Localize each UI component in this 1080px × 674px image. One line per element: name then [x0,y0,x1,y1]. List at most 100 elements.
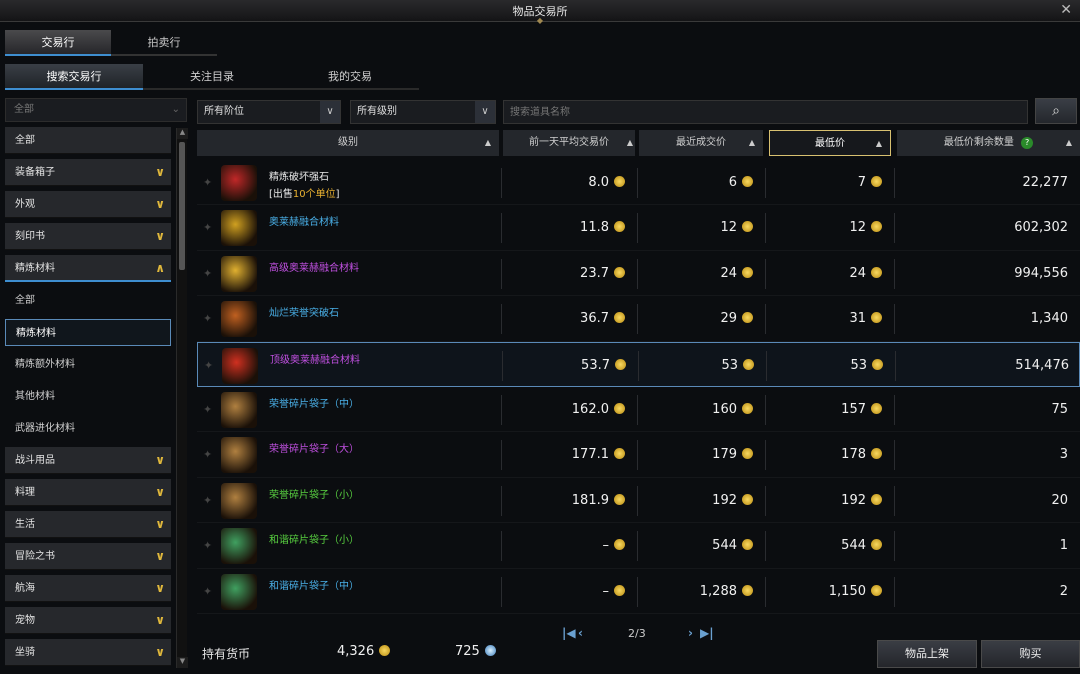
sidebar-item-engraving[interactable]: 刻印书 ∨ [5,223,171,250]
column-grade[interactable]: 级别 ▲ [197,130,499,156]
tier-select-value: 所有阶位 [204,106,244,117]
recent-price-cell: 1,288 [639,569,753,614]
sort-icon: ▲ [626,138,633,147]
table-row[interactable]: ✦ 荣誉碎片袋子（大） 177.1 179 178 3 [197,432,1080,478]
tab-trade[interactable]: 交易行 [5,30,111,56]
sidebar-scrollbar[interactable]: ▲ ▼ [176,128,188,668]
gold-coin-icon [871,312,882,324]
next-page-icon[interactable]: › [688,626,693,640]
avg-price-value: 11.8 [580,220,609,236]
sort-icon: ▲ [748,138,755,147]
column-lowest-qty[interactable]: 最低价剩余数量 ? ▲ [897,130,1080,156]
table-row[interactable]: ✦ 奥莱赫融合材料 11.8 12 12 602,302 [197,205,1080,251]
lowest-price-cell: 53 [770,343,883,388]
pin-icon[interactable]: ✦ [203,494,212,507]
sidebar-item-life[interactable]: 生活 ∨ [5,511,171,538]
pin-icon[interactable]: ✦ [203,585,212,598]
pin-icon[interactable]: ✦ [203,448,212,461]
sidebar-subitem-refine-materials[interactable]: 精炼材料 [5,319,171,346]
chevron-down-icon: ∨ [155,165,165,179]
pin-icon[interactable]: ✦ [203,176,212,189]
sidebar-subitem-weapon-evolution[interactable]: 武器进化材料 [5,415,171,442]
column-avg-price[interactable]: 前一天平均交易价 ▲ [503,130,635,156]
table-row[interactable]: ✦ 灿烂荣誉突破石 36.7 29 31 1,340 [197,296,1080,342]
chevron-down-icon: ∨ [475,101,495,123]
table-row[interactable]: ✦ 荣誉碎片袋子（小） 181.9 192 192 20 [197,478,1080,524]
sidebar-item-refine-materials[interactable]: 精炼材料 ∧ [5,255,171,282]
grade-select[interactable]: 所有级别 ∨ [350,100,496,124]
pagination: |◀ ‹ 2/3 › ▶| [560,626,720,644]
recent-price-value: 160 [712,401,737,417]
chevron-down-icon: ∨ [155,645,165,659]
column-recent-price[interactable]: 最近成交价 ▲ [639,130,763,156]
buy-button[interactable]: 购买 [981,640,1080,668]
sidebar-item-cooking[interactable]: 料理 ∨ [5,479,171,506]
column-lowest-price[interactable]: 最低价 ▲ [769,130,891,156]
pin-icon[interactable]: ✦ [203,312,212,325]
pin-icon[interactable]: ✦ [203,539,212,552]
last-page-icon[interactable]: ▶| [700,626,714,640]
sidebar-item-appearance[interactable]: 外观 ∨ [5,191,171,218]
scrollbar-thumb[interactable] [179,142,185,270]
column-divider [766,350,767,381]
search-button[interactable]: ⌕ [1035,98,1077,124]
pin-icon[interactable]: ✦ [203,403,212,416]
pin-icon[interactable]: ✦ [203,267,212,280]
table-row[interactable]: ✦ 荣誉碎片袋子（中） 162.0 160 157 75 [197,387,1080,433]
sidebar-item-battle-items[interactable]: 战斗用品 ∨ [5,447,171,474]
item-name: 精炼破坏强石 [269,172,329,183]
prev-page-icon[interactable]: ‹ [578,626,583,640]
search-input[interactable] [503,100,1028,124]
gold-coin-icon [742,312,753,324]
sidebar-subitem-other-materials[interactable]: 其他材料 [5,383,171,410]
sidebar-item-adventure-book[interactable]: 冒险之书 ∨ [5,543,171,570]
item-name: 高级奥莱赫融合材料 [269,262,359,274]
column-divider [501,394,502,425]
first-page-icon[interactable]: |◀ [562,626,576,640]
lowest-qty-cell: 20 [1051,492,1068,508]
column-divider [502,350,503,381]
gold-coin-icon [742,493,753,505]
column-divider [501,258,502,289]
pin-icon[interactable]: ✦ [204,359,213,372]
sidebar-item-pet[interactable]: 宠物 ∨ [5,607,171,634]
tab-watchlist[interactable]: 关注目录 [143,64,281,90]
column-divider [501,576,502,607]
column-divider [501,531,502,562]
tab-auction[interactable]: 拍卖行 [111,30,217,56]
pin-icon[interactable]: ✦ [203,221,212,234]
gold-coin-icon [742,402,753,414]
sidebar-item-mount[interactable]: 坐骑 ∨ [5,639,171,666]
sort-icon: ▲ [875,139,882,148]
table-row[interactable]: ✦ 精炼破坏强石 [出售10个单位] 8.0 6 7 22,277 [197,160,1080,206]
sidebar-subitem-refine-extra[interactable]: 精炼额外材料 [5,351,171,378]
list-item-button[interactable]: 物品上架 [877,640,977,668]
sub-tabs: 搜索交易行 关注目录 我的交易 [5,64,419,90]
sidebar-item-equipment-box[interactable]: 装备箱子 ∨ [5,159,171,186]
table-row[interactable]: ✦ 顶级奥莱赫融合材料 53.7 53 53 514,476 [197,341,1080,388]
help-icon[interactable]: ? [1021,137,1034,149]
lowest-price-value: 31 [849,311,866,327]
avg-price-cell: 23.7 [503,251,625,296]
table-row[interactable]: ✦ 和谐碎片袋子（小） – 544 544 1 [197,523,1080,569]
sidebar-item-label: 生活 [15,519,35,530]
item-name: 和谐碎片袋子（小） [269,535,359,547]
column-divider [501,485,502,516]
tab-my-trades[interactable]: 我的交易 [281,64,419,90]
scroll-up-icon[interactable]: ▲ [177,128,188,139]
sidebar-item-sailing[interactable]: 航海 ∨ [5,575,171,602]
tab-search-trade[interactable]: 搜索交易行 [5,64,143,90]
avg-price-value: 177.1 [571,447,609,463]
recent-price-value: 544 [712,538,737,554]
table-row[interactable]: ✦ 高级奥莱赫融合材料 23.7 24 24 994,556 [197,251,1080,297]
column-divider [765,485,766,516]
scroll-down-icon[interactable]: ▼ [177,657,188,668]
column-divider [637,485,638,516]
table-row[interactable]: ✦ 和谐碎片袋子（中） – 1,288 1,150 2 [197,569,1080,614]
close-icon[interactable]: ✕ [1060,2,1072,18]
gold-coin-icon [614,493,625,505]
sidebar-subitem-all[interactable]: 全部 [5,287,171,314]
tier-select[interactable]: 所有阶位 ∨ [197,100,341,124]
sidebar-item-all[interactable]: 全部 [5,127,171,154]
category-filter-select[interactable]: 全部 ⌄ [5,98,187,122]
